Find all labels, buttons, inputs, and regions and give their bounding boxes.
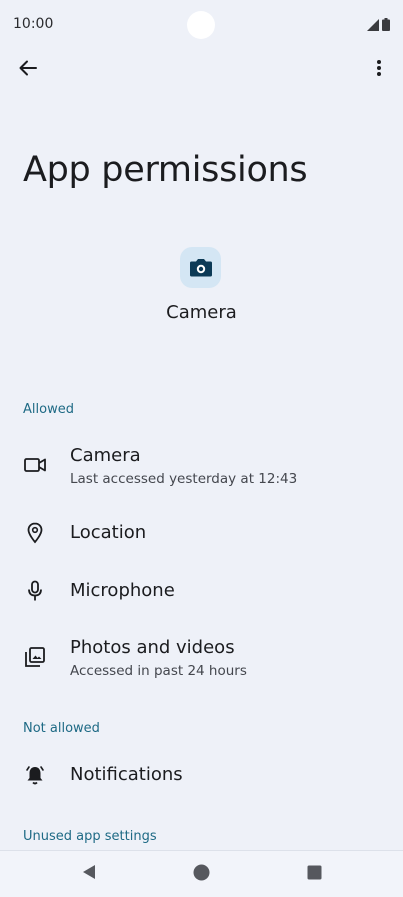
status-bar: 10:00 [0,0,403,48]
nav-back-button[interactable] [78,863,100,885]
permission-item-location[interactable]: Location [0,510,403,556]
permission-title-microphone: Microphone [70,580,175,601]
photo-library-icon [22,644,48,670]
more-options-button[interactable] [363,54,395,86]
permission-title-camera: Camera [70,445,141,466]
permission-subtitle-camera: Last accessed yesterday at 12:43 [70,471,298,487]
videocam-icon [22,452,48,478]
app-name: Camera [166,302,237,323]
arrow-left-icon [18,58,38,82]
more-vertical-icon [376,59,382,81]
signal-icon [367,16,379,35]
notifications-off-icon [22,762,48,788]
nav-recents-button[interactable] [303,863,325,885]
status-icons [367,16,390,35]
app-bar [0,48,403,92]
permission-title-photos: Photos and videos [70,637,235,658]
microphone-icon [22,578,48,604]
nav-home-icon [193,864,210,885]
location-pin-icon [22,520,48,546]
permission-item-photos[interactable]: Photos and videos Accessed in past 24 ho… [0,629,403,689]
permission-item-notifications[interactable]: Notifications [0,752,403,798]
permission-item-camera[interactable]: Camera Last accessed yesterday at 12:43 [0,437,403,497]
permission-item-microphone[interactable]: Microphone [0,568,403,614]
nav-back-icon [81,864,97,884]
page-title: App permissions [23,150,308,190]
camera-app-icon [180,247,221,288]
permission-title-notifications: Notifications [70,764,183,785]
permission-subtitle-photos: Accessed in past 24 hours [70,663,247,679]
battery-icon [382,16,390,35]
nav-home-button[interactable] [190,863,212,885]
section-header-allowed: Allowed [23,402,74,417]
permission-title-location: Location [70,522,147,543]
camera-cutout [187,11,215,39]
status-time: 10:00 [13,16,54,32]
back-button[interactable] [12,54,44,86]
section-header-unused: Unused app settings [23,829,157,844]
navigation-bar [0,850,403,897]
section-header-not-allowed: Not allowed [23,721,100,736]
nav-recents-icon [307,865,322,884]
